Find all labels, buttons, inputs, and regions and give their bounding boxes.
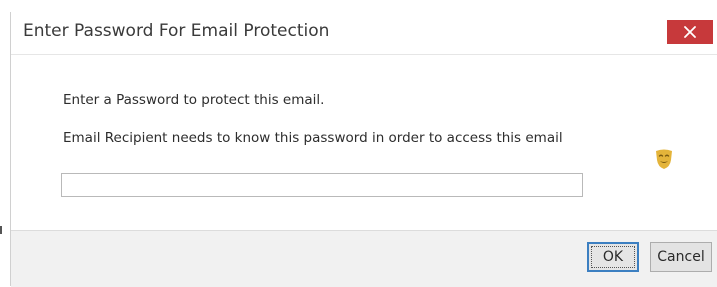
password-input[interactable] — [61, 173, 583, 197]
close-icon — [684, 26, 696, 38]
dialog-body: Enter a Password to protect this email. … — [11, 55, 717, 230]
dialog-title: Enter Password For Email Protection — [23, 21, 330, 41]
window-edge-mark — [0, 226, 2, 234]
dialog-footer: OK Cancel — [11, 230, 717, 287]
theater-mask-icon — [656, 149, 672, 169]
dialog-titlebar: Enter Password For Email Protection — [11, 12, 717, 55]
recipient-note-text: Email Recipient needs to know this passw… — [63, 130, 563, 146]
ok-button-label: OK — [602, 249, 624, 265]
ok-button[interactable]: OK — [587, 242, 639, 272]
cancel-button[interactable]: Cancel — [650, 242, 712, 272]
instruction-text: Enter a Password to protect this email. — [63, 92, 325, 108]
cancel-button-label: Cancel — [657, 249, 705, 265]
password-dialog: Enter Password For Email Protection Ente… — [10, 12, 717, 287]
close-button[interactable] — [667, 20, 713, 44]
